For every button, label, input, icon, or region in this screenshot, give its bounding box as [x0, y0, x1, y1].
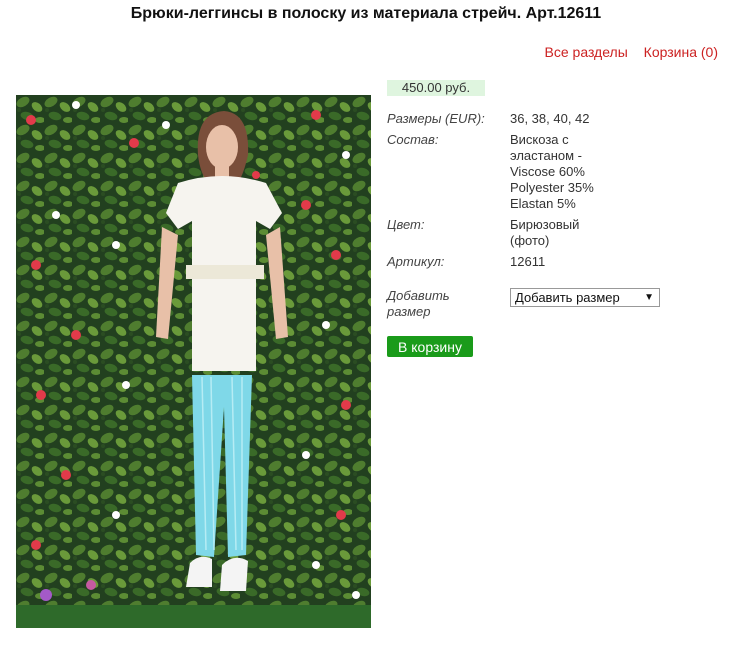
add-size-label: Добавить размер: [387, 288, 507, 320]
color-line: (фото): [510, 233, 550, 248]
composition-line: Viscose 60%: [510, 164, 585, 179]
sizes-value: 36, 38, 40, 42: [510, 111, 590, 126]
dropdown-arrow-icon: ▼: [644, 292, 654, 303]
sizes-label: Размеры (EUR):: [387, 111, 485, 126]
color-line: Бирюзовый: [510, 217, 580, 232]
product-properties: Размеры (EUR): 36, 38, 40, 42 Состав: Ви…: [387, 111, 620, 275]
size-select-value: Добавить размер: [515, 290, 620, 305]
composition-line: эластаном -: [510, 148, 582, 163]
cart-link[interactable]: Корзина (0): [644, 44, 718, 60]
article-value: 12611: [510, 254, 546, 269]
add-to-cart-button[interactable]: В корзину: [387, 336, 473, 357]
color-label: Цвет:: [387, 217, 425, 232]
composition-row: Состав: Вискоза с эластаном - Viscose 60…: [387, 132, 620, 212]
add-size-label-line: размер: [387, 304, 431, 319]
color-row: Цвет: Бирюзовый (фото): [387, 217, 620, 249]
all-sections-link[interactable]: Все разделы: [545, 44, 628, 60]
add-size-label-line: Добавить: [387, 288, 450, 303]
top-links: Все разделы Корзина (0): [533, 44, 718, 60]
price-badge: 450.00 руб.: [387, 80, 485, 96]
page-title: Брюки-леггинсы в полоску из материала ст…: [130, 5, 602, 22]
composition-line: Вискоза с: [510, 132, 569, 147]
article-label: Артикул:: [387, 254, 445, 269]
color-value: Бирюзовый (фото): [510, 217, 620, 249]
composition-label: Состав:: [387, 132, 439, 147]
product-photo-illustration: [16, 95, 371, 628]
sizes-row: Размеры (EUR): 36, 38, 40, 42: [387, 111, 620, 127]
composition-value: Вискоза с эластаном - Viscose 60% Polyes…: [510, 132, 620, 212]
article-row: Артикул: 12611: [387, 254, 620, 270]
product-photo[interactable]: [16, 95, 371, 628]
composition-line: Polyester 35%: [510, 180, 594, 195]
composition-line: Elastan 5%: [510, 196, 576, 211]
size-select[interactable]: Добавить размер ▼: [510, 288, 660, 307]
